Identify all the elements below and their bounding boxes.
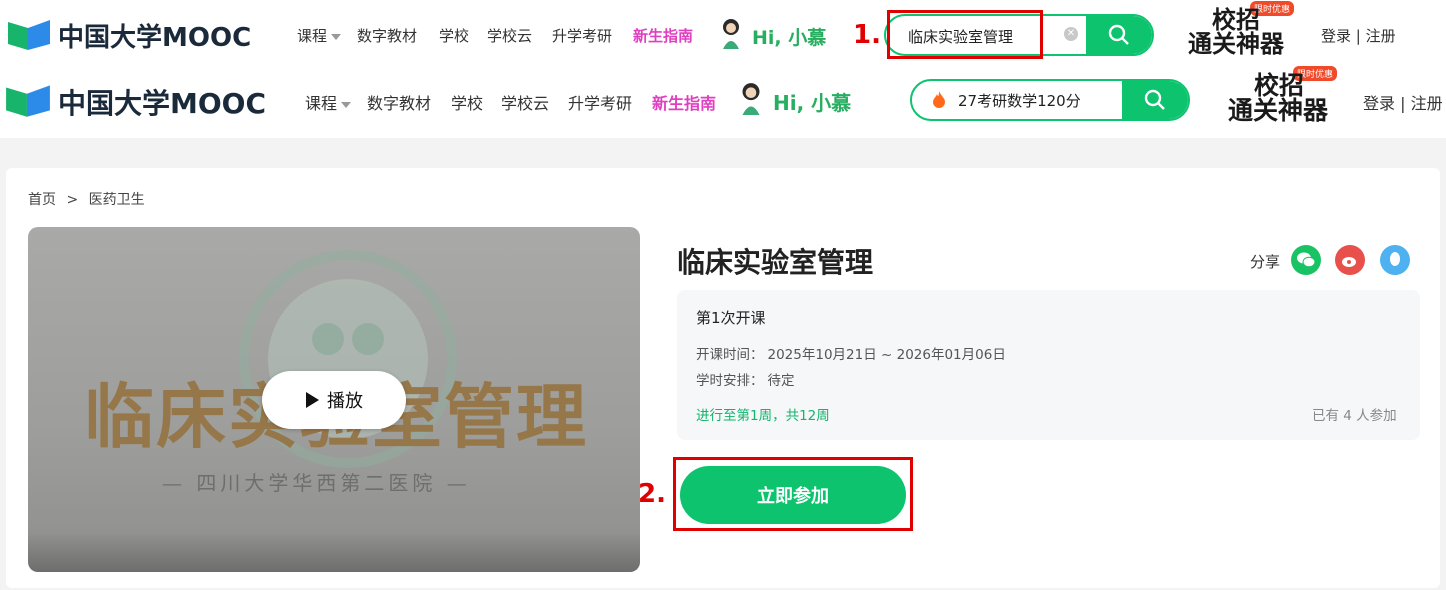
- hours-value: 待定: [767, 373, 795, 389]
- nav-school[interactable]: 学校: [439, 25, 469, 46]
- mascot-avatar[interactable]: [718, 17, 744, 49]
- brand-name-main[interactable]: 中国大学MOOC: [58, 82, 266, 122]
- nav-exam[interactable]: 升学考研: [552, 25, 612, 46]
- breadcrumb-home[interactable]: 首页: [28, 192, 56, 208]
- search-icon: [1108, 24, 1129, 45]
- breadcrumb: 首页 > 医药卫生: [28, 189, 145, 209]
- video-bottom-shade: [28, 532, 640, 572]
- nav-school-cloud[interactable]: 学校云: [487, 25, 532, 46]
- clear-icon[interactable]: ✕: [1064, 27, 1078, 41]
- weibo-share-icon[interactable]: [1335, 245, 1365, 275]
- mascot-avatar-main[interactable]: [737, 81, 765, 115]
- annotation-box-search: [887, 10, 1043, 59]
- breadcrumb-category[interactable]: 医药卫生: [89, 192, 145, 208]
- mooc-logo-icon[interactable]: [6, 16, 52, 56]
- login-register-top[interactable]: 登录 | 注册: [1321, 25, 1396, 46]
- promo-line2-main[interactable]: 通关神器: [1228, 98, 1328, 123]
- nav-freshman-guide[interactable]: 新生指南: [633, 25, 693, 46]
- promo-line2-top[interactable]: 通关神器: [1188, 32, 1284, 56]
- nav-digital-textbook[interactable]: 数字教材: [357, 25, 417, 46]
- hours: 学时安排： 待定: [696, 369, 795, 389]
- search-icon: [1144, 89, 1165, 110]
- start-time-value: 2025年10月21日 ~ 2026年01月06日: [767, 347, 1006, 363]
- course-title: 临床实验室管理: [677, 246, 874, 279]
- hours-label: 学时安排：: [696, 373, 764, 389]
- participants-count: 已有 4 人参加: [1312, 408, 1397, 424]
- chevron-down-icon: [331, 33, 342, 40]
- share-label: 分享: [1250, 253, 1281, 271]
- greeting-main: Hi, 小慕: [773, 91, 852, 115]
- breadcrumb-separator: >: [66, 192, 79, 208]
- search-button-top[interactable]: [1086, 16, 1152, 54]
- header-main: 中国大学MOOC 课程 数字教材 学校 学校云 升学考研 新生指南 Hi, 小慕…: [0, 66, 1446, 138]
- video-hospital-name: — 四川大学华西第二医院 —: [162, 471, 471, 495]
- nav-exam-main[interactable]: 升学考研: [568, 90, 632, 114]
- brand-name[interactable]: 中国大学MOOC: [58, 17, 251, 54]
- search-button-main[interactable]: [1122, 81, 1188, 119]
- fire-icon: [933, 91, 945, 108]
- annotation-step-1: 1.: [853, 20, 881, 50]
- nav-school-main[interactable]: 学校: [451, 90, 483, 114]
- chevron-down-icon: [341, 101, 352, 108]
- search-input-main[interactable]: 27考研数学120分: [958, 90, 1081, 111]
- nav-courses[interactable]: 课程: [297, 25, 342, 46]
- play-label: 播放: [327, 391, 363, 412]
- header-top: 中国大学MOOC 课程 数字教材 学校 学校云 升学考研 新生指南 Hi, 小慕…: [0, 0, 1446, 68]
- mooc-logo-icon-main[interactable]: [4, 81, 52, 123]
- term-label: 第1次开课: [696, 309, 766, 327]
- nav-school-cloud-main[interactable]: 学校云: [501, 90, 549, 114]
- course-video[interactable]: 临床实验室管理 — 四川大学华西第二医院 — 播放: [28, 227, 640, 572]
- qq-share-icon[interactable]: [1380, 245, 1410, 275]
- play-button[interactable]: 播放: [262, 371, 406, 429]
- search-box-main[interactable]: 27考研数学120分: [910, 79, 1190, 121]
- nav-courses-main[interactable]: 课程: [305, 90, 352, 114]
- login-register-main[interactable]: 登录 | 注册: [1363, 90, 1443, 114]
- wechat-share-icon[interactable]: [1291, 245, 1321, 275]
- start-time: 开课时间： 2025年10月21日 ~ 2026年01月06日: [696, 343, 1006, 363]
- nav-freshman-guide-main[interactable]: 新生指南: [652, 90, 716, 114]
- start-time-label: 开课时间：: [696, 347, 764, 363]
- greeting: Hi, 小慕: [752, 27, 827, 49]
- annotation-box-join: [673, 457, 913, 531]
- nav-digital-textbook-main[interactable]: 数字教材: [367, 90, 431, 114]
- annotation-step-2: 2.: [638, 479, 666, 509]
- progress-text: 进行至第1周，共12周: [696, 408, 830, 424]
- play-icon: [306, 392, 319, 408]
- promo-line1-main[interactable]: 校招: [1254, 73, 1304, 98]
